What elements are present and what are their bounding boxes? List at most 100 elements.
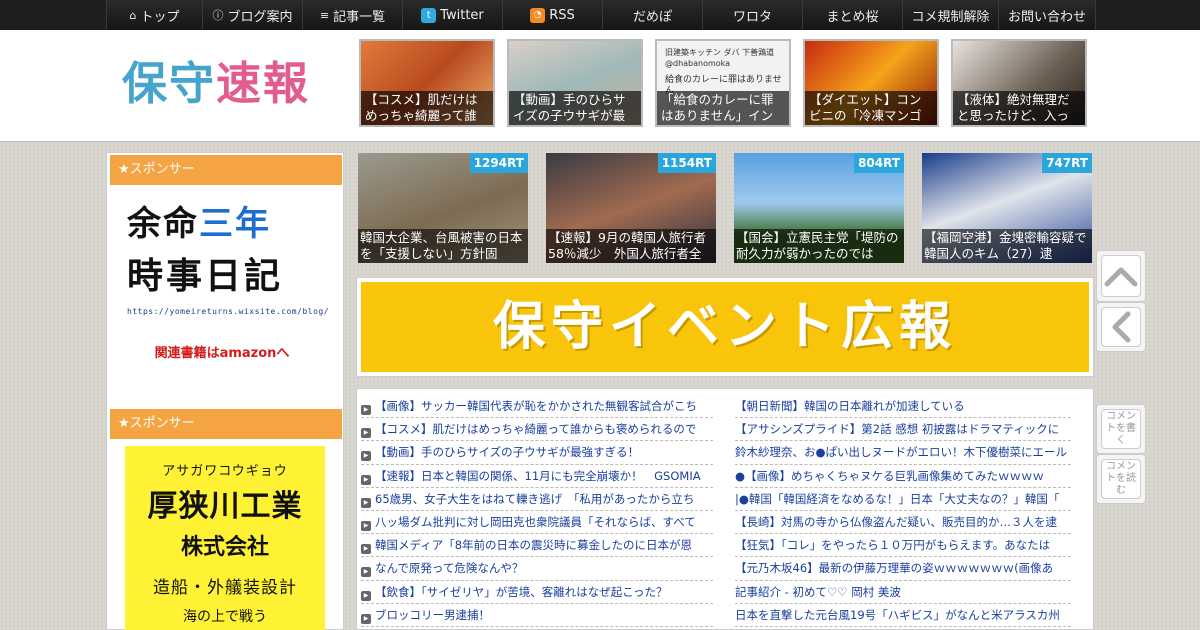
chevron-left-icon xyxy=(1101,307,1141,347)
event-banner[interactable]: 保守イベント広報 xyxy=(361,282,1089,372)
nav-item-label: だめぽ xyxy=(632,9,672,25)
article-title: なんで原発って危険なんや？ xyxy=(375,561,524,576)
tweet-preview: 旧建築キッチン ダバ 下善鶏道 @dhabanomoka 給食のカレーに罪はありませ… xyxy=(665,47,783,97)
header-thumb-caption: 【ダイエット】コンビニの「冷凍マンゴ xyxy=(805,91,937,125)
top-nav-bar: ⌂ トップ ⓘ ブログ案内 ≡ 記事一覧 t Twitter ◔ RSS だめぽ ワロタ まとめ桜 コメ規… xyxy=(0,0,1200,30)
site-header: 保守速報 【コスメ】肌だけはめっちゃ綺麗って誰 【動画】手のひらサイズの子ウサギが… xyxy=(0,30,1200,142)
article-title: 【元乃木坂46】最新の伊藤万理華の姿ｗｗｗｗｗｗｗ(画像あ xyxy=(735,561,1054,576)
nav-item-5[interactable]: だめぽ xyxy=(602,0,702,30)
ad-company-kana: アサガワコウギョウ xyxy=(162,464,288,479)
retweet-count-badge: 1154RT xyxy=(657,153,716,173)
ad-company-name: 厚狭川工業 xyxy=(147,489,303,524)
ad-company-tagline: 海の上で戦う xyxy=(183,609,267,625)
tweet-line: 旧建築キッチン ダバ 下善鶏道 xyxy=(665,48,775,57)
article-title: 65歳男、女子大生をはねて轢き逃げ 「私用があったから立ち xyxy=(375,491,695,506)
site-logo[interactable]: 保守速報 xyxy=(122,52,322,116)
nav-item-1[interactable]: ⓘ ブログ案内 xyxy=(202,0,302,30)
ad-subheadline: 時事日記 xyxy=(127,256,284,297)
article-link[interactable]: ▶ 【動画】手のひらサイズの子ウサギが最強すぎる！ xyxy=(361,441,713,465)
write-comment-button[interactable]: コメントを書く xyxy=(1096,404,1146,454)
nav-item-3[interactable]: t Twitter xyxy=(402,0,502,30)
ranking-thumb-caption: 【国会】立憲民主党「堤防の耐久力が弱かったのでは xyxy=(734,229,904,263)
article-link[interactable]: 【アサシンズプライド】第2話 感想 初披露はドラマティックに xyxy=(735,418,1071,442)
ranking-thumb[interactable]: 1154RT 【速報】9月の韓国人旅行者58％減少 外国人旅行者全 xyxy=(546,153,716,263)
article-title: 八ッ場ダム批判に対し岡田克也衆院議員「それならば、すべて xyxy=(375,514,696,529)
article-link[interactable]: 【長崎】対馬の寺から仏像盗んだ疑い、販売目的か…３人を逮 xyxy=(735,511,1071,535)
header-thumb[interactable]: 【動画】手のひらサイズの子ウサギが最 xyxy=(507,39,643,127)
article-link[interactable]: 【元乃木坂46】最新の伊藤万理華の姿ｗｗｗｗｗｗｗ(画像あ xyxy=(735,557,1071,581)
article-link[interactable]: ▶ ブロッコリー男逮捕！ xyxy=(361,604,713,627)
chevron-up-icon xyxy=(1101,255,1141,297)
ad-amazon-link[interactable]: 関連書籍はamazonへ xyxy=(127,342,317,361)
ranking-thumb-caption: 韓国大企業、台風被害の日本を「支援しない」方針固 xyxy=(358,229,528,263)
nav-item-0[interactable]: ⌂ トップ xyxy=(106,0,202,30)
play-bullet-icon: ▶ xyxy=(361,544,371,555)
nav-item-label: Twitter xyxy=(440,7,484,23)
article-link[interactable]: ▶ 65歳男、女子大生をはねて轢き逃げ 「私用があったから立ち xyxy=(361,488,713,511)
article-list-right: 【朝日新聞】韓国の日本離れが加速している【アサシンズプライド】第2話 感想 初披… xyxy=(735,395,1071,627)
ad-url: https://yomeireturns.wixsite.com/blog/ xyxy=(127,307,330,316)
article-title: 【速報】日本と韓国の関係、11月にも完全崩壊か！ GSOMIA xyxy=(375,468,701,483)
article-link[interactable]: ▶ なんで原発って危険なんや？ xyxy=(361,557,713,581)
play-bullet-icon: ▶ xyxy=(361,451,371,462)
article-title: 【長崎】対馬の寺から仏像盗んだ疑い、販売目的か…３人を逮 xyxy=(735,514,1057,529)
article-link[interactable]: ▶ 韓国メディア「8年前の日本の震災時に募金したのに日本が恩 xyxy=(361,534,713,558)
logo-char: 報 xyxy=(263,57,311,110)
sponsor-heading: ★スポンサー xyxy=(110,409,342,439)
header-thumb[interactable]: 【液体】絶対無理だと思ったけど、入っ xyxy=(951,39,1087,127)
article-title: ●【画像】めちゃくちゃヌケる巨乳画像集めてみたｗｗｗｗ xyxy=(735,468,1045,483)
article-link[interactable]: ▶ 【飲食】「サイゼリヤ」が苦境、客離れはなぜ起こった？ xyxy=(361,581,713,604)
article-link[interactable]: ▶ 【画像】サッカー韓国代表が恥をかかされた無観客試合がこち xyxy=(361,395,713,419)
header-thumb[interactable]: 【コスメ】肌だけはめっちゃ綺麗って誰 xyxy=(359,39,495,127)
list-icon: ≡ xyxy=(319,8,330,22)
twitter-icon: t xyxy=(421,7,437,23)
nav-item-7[interactable]: まとめ桜 xyxy=(802,0,902,30)
sponsor-ad-asagawa[interactable]: アサガワコウギョウ 厚狭川工業 株式会社 造船・外艤装設計 海の上で戦う xyxy=(125,446,325,630)
nav-item-4[interactable]: ◔ RSS xyxy=(502,0,602,30)
header-thumb[interactable]: 【ダイエット】コンビニの「冷凍マンゴ xyxy=(803,39,939,127)
write-comment-label: コメントを書く xyxy=(1101,409,1141,449)
sponsor-heading: ★スポンサー xyxy=(110,155,342,185)
article-title: |●韓国「韓国経済をなめるな！」日本「大丈夫なの？」韓国「 xyxy=(735,491,1060,506)
nav-item-label: お問い合わせ xyxy=(1007,9,1086,25)
back-button[interactable] xyxy=(1096,302,1146,352)
header-thumb-caption: 【動画】手のひらサイズの子ウサギが最 xyxy=(509,91,641,125)
article-link[interactable]: 日本を直撃した元台風19号「ハギビス」がなんと米アラスカ州 xyxy=(735,604,1071,627)
article-link[interactable]: ●【画像】めちゃくちゃヌケる巨乳画像集めてみたｗｗｗｗ xyxy=(735,465,1071,488)
header-thumb-caption: 【液体】絶対無理だと思ったけど、入っ xyxy=(953,91,1085,125)
nav-item-8[interactable]: コメ規制解除 xyxy=(902,0,998,30)
sponsor-ad-yomei[interactable]: 余命三年 時事日記 https://yomeireturns.wixsite.c… xyxy=(127,199,330,361)
article-link[interactable]: ▶ 八ッ場ダム批判に対し岡田克也衆院議員「それならば、すべて xyxy=(361,511,713,535)
article-link[interactable]: 鈴木紗理奈、お●ぱい出しヌードがエロい！木下優樹菜にエール xyxy=(735,441,1071,465)
ranking-thumb[interactable]: 747RT 【福岡空港】金塊密輸容疑で韓国人のキム（27）逮 xyxy=(922,153,1092,263)
play-bullet-icon: ▶ xyxy=(361,428,371,439)
read-comment-button[interactable]: コメントを読む xyxy=(1096,454,1146,504)
scroll-top-button[interactable] xyxy=(1096,250,1146,302)
header-thumb-caption: 「給食のカレーに罪はありません」イン xyxy=(657,91,789,125)
nav-item-label: 記事一覧 xyxy=(333,9,386,25)
ad-company-desc: 造船・外艤装設計 xyxy=(153,578,297,598)
article-link[interactable]: 記事紹介 - 初めて♡♡ 岡村 美波 xyxy=(735,581,1071,604)
article-link[interactable]: |●韓国「韓国経済をなめるな！」日本「大丈夫なの？」韓国「 xyxy=(735,488,1071,511)
logo-char: 速 xyxy=(216,57,264,110)
article-link[interactable]: 【朝日新聞】韓国の日本離れが加速している xyxy=(735,395,1071,419)
nav-item-6[interactable]: ワロタ xyxy=(702,0,802,30)
nav-item-label: まとめ桜 xyxy=(826,9,879,25)
article-title: 【朝日新聞】韓国の日本離れが加速している xyxy=(735,399,965,413)
article-title: 鈴木紗理奈、お●ぱい出しヌードがエロい！木下優樹菜にエール xyxy=(735,445,1068,460)
play-bullet-icon: ▶ xyxy=(361,613,371,624)
header-thumb[interactable]: 旧建築キッチン ダバ 下善鶏道 @dhabanomoka 給食のカレーに罪はありませ… xyxy=(655,39,791,127)
top-nav: ⌂ トップ ⓘ ブログ案内 ≡ 記事一覧 t Twitter ◔ RSS だめぽ ワロタ まとめ桜 コメ規… xyxy=(106,0,1096,30)
article-link[interactable]: ▶ 【速報】日本と韓国の関係、11月にも完全崩壊か！ GSOMIA xyxy=(361,465,713,488)
nav-item-2[interactable]: ≡ 記事一覧 xyxy=(302,0,402,30)
article-title: ブロッコリー男逮捕！ xyxy=(375,607,490,622)
article-link[interactable]: 【狂気】「コレ」をやったら１０万円がもらえます。あなたは xyxy=(735,534,1071,558)
ranking-thumb[interactable]: 804RT 【国会】立憲民主党「堤防の耐久力が弱かったのでは xyxy=(734,153,904,263)
ranking-thumb[interactable]: 1294RT 韓国大企業、台風被害の日本を「支援しない」方針固 xyxy=(358,153,528,263)
play-bullet-icon: ▶ xyxy=(361,405,371,415)
home-icon: ⌂ xyxy=(129,8,137,22)
article-link[interactable]: ▶ 【コスメ】肌だけはめっちゃ綺麗って誰からも褒められるので xyxy=(361,418,713,442)
event-banner-frame: 保守イベント広報 xyxy=(356,277,1094,377)
nav-item-9[interactable]: お問い合わせ xyxy=(998,0,1096,30)
logo-char: 守 xyxy=(169,57,217,110)
